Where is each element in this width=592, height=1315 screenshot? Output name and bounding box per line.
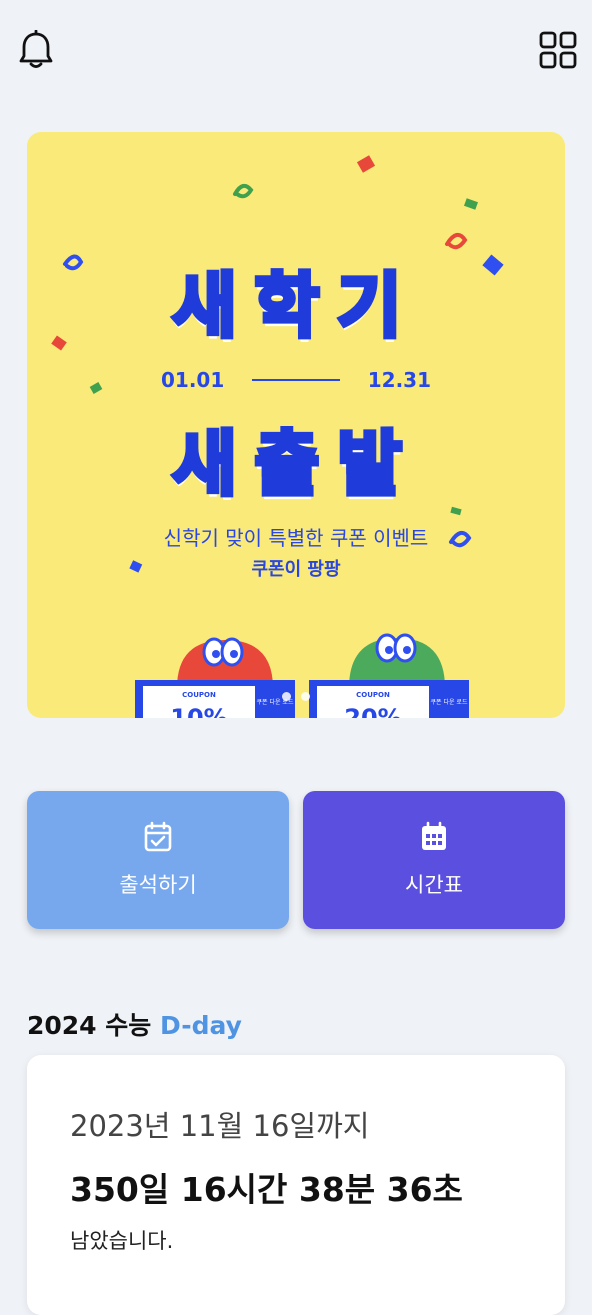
dday-countdown: 350일 16시간 38분 36초 [70, 1170, 463, 1209]
banner-subtitle: 신학기 맞이 특별한 쿠폰 이벤트 [163, 526, 429, 550]
carousel-dot[interactable] [301, 692, 310, 701]
attendance-label: 출석하기 [119, 873, 197, 897]
bell-icon[interactable] [14, 28, 58, 72]
dday-heading-accent: D-day [160, 1011, 242, 1040]
dday-target-date: 2023년 11월 16일까지 [70, 1109, 370, 1143]
top-bar [0, 0, 592, 100]
banner-date-end: 12.31 [367, 368, 431, 392]
carousel-dot[interactable] [282, 692, 291, 701]
coupon1-value: 10% [170, 704, 227, 718]
dday-heading: 2024 수능 D-day [27, 1006, 242, 1042]
calendar-grid-icon [422, 821, 446, 850]
banner-title-1: 새학기 [170, 263, 420, 350]
dday-remaining-text: 남았습니다. [70, 1229, 174, 1253]
dday-card: 2023년 11월 16일까지 350일 16시간 38분 36초 남았습니다. [27, 1055, 565, 1315]
timetable-button[interactable]: 시간표 [303, 791, 565, 929]
banner-date-start: 01.01 [161, 368, 225, 392]
timetable-label: 시간표 [405, 873, 463, 897]
banner-title-2: 새출발 [170, 421, 420, 508]
carousel-indicator[interactable] [27, 692, 565, 701]
dday-heading-prefix: 2024 수능 [27, 1011, 160, 1040]
attendance-button[interactable]: 출석하기 [27, 791, 289, 929]
date-divider [252, 379, 340, 381]
grid-menu-icon[interactable] [536, 28, 580, 72]
coupon2-value: 20% [344, 704, 401, 718]
calendar-check-icon [144, 821, 172, 852]
banner-subtitle-2: 쿠폰이 팡팡 [251, 559, 341, 580]
event-banner[interactable]: COUPON COUPON 10% 20% 쿠폰 다운 로드 쿠폰 다운 로드 … [27, 132, 565, 718]
banner-dates: 01.01 12.31 [161, 368, 431, 392]
